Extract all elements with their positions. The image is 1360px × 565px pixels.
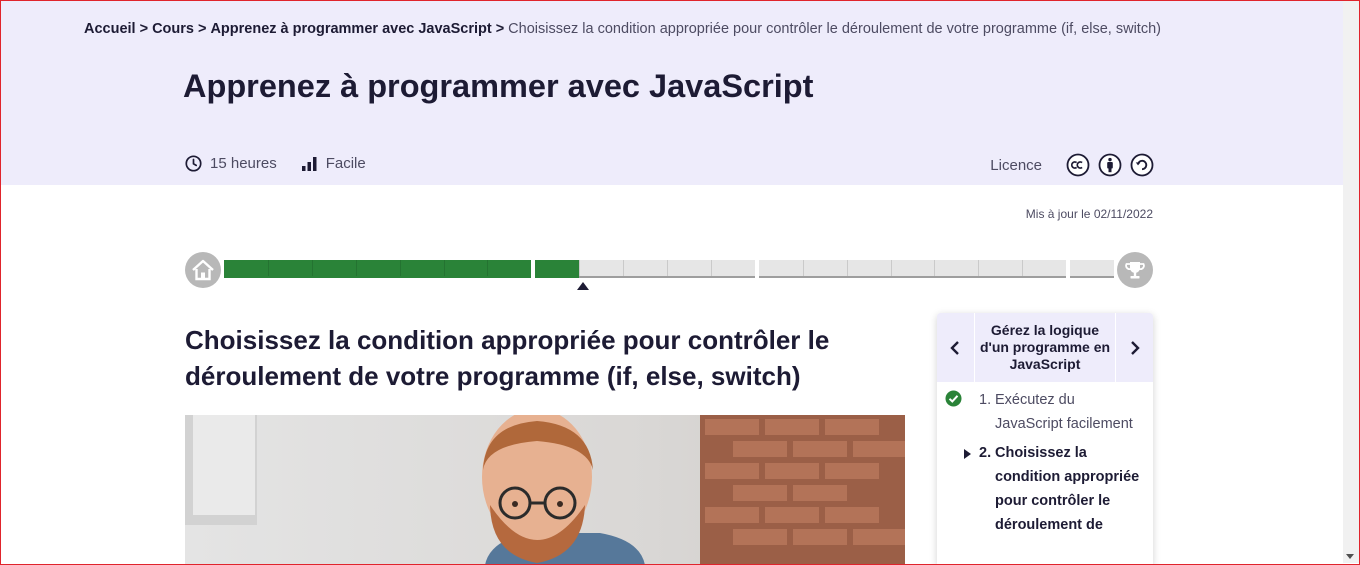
scroll-down-icon[interactable] xyxy=(1346,554,1354,559)
progress-track xyxy=(224,260,1114,278)
progress-step-divider xyxy=(890,260,892,276)
current-position-marker xyxy=(577,282,589,290)
course-progress-bar xyxy=(185,251,1153,290)
chevron-right-icon xyxy=(1131,340,1140,355)
progress-step-divider xyxy=(1022,260,1024,276)
video-thumbnail-image xyxy=(185,415,905,565)
sidebar-part-title: Gérez la logique d'un programme en JavaS… xyxy=(974,313,1116,382)
chapter-list-item[interactable]: 1. Exécutez du JavaScript facilement xyxy=(937,388,1153,436)
duration-text: 15 heures xyxy=(210,155,277,172)
last-updated: Mis à jour le 02/11/2022 xyxy=(1025,207,1153,221)
licence-label: Licence xyxy=(990,156,1042,174)
chapter-number: 2. xyxy=(979,445,992,461)
difficulty-text: Facile xyxy=(325,155,366,172)
progress-step-divider xyxy=(623,260,625,276)
clock-icon xyxy=(185,155,202,172)
course-title: Apprenez à programmer avec JavaScript xyxy=(183,68,814,104)
progress-segment-remaining[interactable] xyxy=(1070,260,1114,278)
breadcrumb-home-link[interactable]: Accueil xyxy=(84,21,136,37)
progress-step-divider xyxy=(267,260,269,276)
difficulty: Facile xyxy=(301,155,366,172)
breadcrumb-current: Choisissez la condition appropriée pour … xyxy=(508,21,1161,37)
share-alike-icon[interactable] xyxy=(1130,153,1154,177)
progress-segment-remaining[interactable] xyxy=(758,260,1067,278)
progress-step-divider xyxy=(355,260,357,276)
difficulty-bars-icon xyxy=(301,157,317,171)
chapter-sidebar: Gérez la logique d'un programme en JavaS… xyxy=(937,313,1153,565)
next-part-button[interactable] xyxy=(1117,313,1153,382)
progress-step-divider xyxy=(443,260,445,276)
attribution-icon[interactable] xyxy=(1098,153,1122,177)
progress-segment-completed[interactable] xyxy=(535,260,580,278)
progress-step-divider xyxy=(978,260,980,276)
progress-step-divider xyxy=(802,260,804,276)
progress-step-divider xyxy=(710,260,712,276)
previous-part-button[interactable] xyxy=(937,313,973,382)
progress-segment-completed[interactable] xyxy=(224,260,532,278)
breadcrumb-separator: > xyxy=(139,21,149,37)
course-meta: 15 heures Facile xyxy=(185,155,390,172)
progress-step-divider xyxy=(311,260,313,276)
current-caret-icon xyxy=(964,449,971,459)
licence: Licence xyxy=(990,153,1154,177)
breadcrumb-courses-link[interactable]: Cours xyxy=(152,21,194,37)
breadcrumb: Accueil > Cours > Apprenez à programmer avec… xyxy=(84,21,1161,37)
chapter-number: 1. xyxy=(979,392,992,408)
page-scrollbar[interactable] xyxy=(1343,1,1359,563)
chevron-left-icon xyxy=(950,340,959,355)
trophy-icon[interactable] xyxy=(1117,252,1153,288)
chapter-list: 1. Exécutez du JavaScript facilement 2. … xyxy=(937,382,1153,537)
progress-step-divider xyxy=(487,260,489,276)
check-circle-icon xyxy=(945,390,962,407)
progress-step-divider xyxy=(399,260,401,276)
chapter-label: Exécutez du JavaScript facilement xyxy=(995,392,1133,432)
breadcrumb-separator: > xyxy=(197,21,207,37)
progress-step-divider xyxy=(934,260,936,276)
chapter-label: Choisissez la condition appropriée pour … xyxy=(995,445,1140,533)
breadcrumb-course-link[interactable]: Apprenez à programmer avec JavaScript xyxy=(210,21,491,37)
progress-step-divider xyxy=(846,260,848,276)
creative-commons-icon[interactable] xyxy=(1066,153,1090,177)
sidebar-header: Gérez la logique d'un programme en JavaS… xyxy=(937,313,1153,382)
chapter-list-item-current[interactable]: 2. Choisissez la condition appropriée po… xyxy=(937,441,1153,537)
duration: 15 heures xyxy=(185,155,277,172)
home-icon[interactable] xyxy=(185,252,221,288)
chapter-title: Choisissez la condition appropriée pour … xyxy=(185,325,830,391)
progress-step-divider xyxy=(579,260,581,276)
progress-step-divider xyxy=(667,260,668,276)
breadcrumb-separator: > xyxy=(495,21,505,37)
course-video[interactable] xyxy=(185,415,905,565)
